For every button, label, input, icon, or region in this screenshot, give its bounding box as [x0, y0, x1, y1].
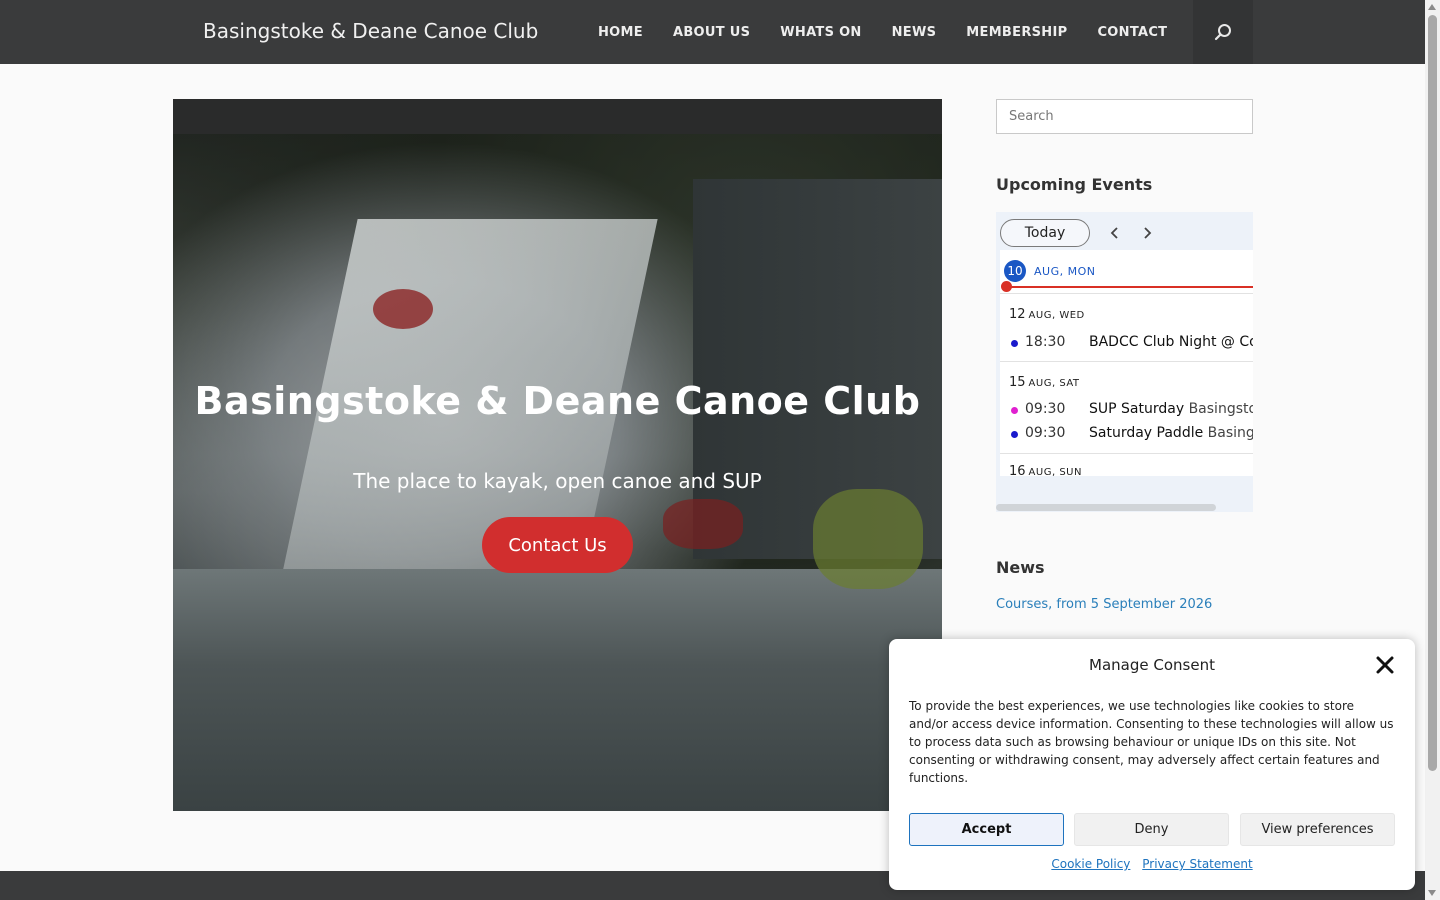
events-calendar: Today 10 AUG, MON 12 AUG, WED 18:30 BADCC… [996, 212, 1253, 512]
event-time: 09:30 [1025, 425, 1066, 441]
scrollbar-thumb[interactable] [1428, 15, 1437, 771]
hero-image-water [173, 569, 942, 811]
news-heading: News [996, 558, 1045, 577]
calendar-day-date: AUG, WED [1028, 310, 1085, 321]
hero-image-kayaker [373, 289, 433, 329]
event-location: Basingstoke [1207, 425, 1253, 441]
calendar-event[interactable]: 18:30 BADCC Club Night @ Col [1000, 332, 1253, 354]
header-search-button[interactable] [1193, 0, 1253, 64]
consent-links: Cookie Policy Privacy Statement [889, 857, 1415, 871]
calendar-next-button[interactable] [1136, 222, 1158, 244]
consent-preferences-button[interactable]: View preferences [1240, 813, 1395, 846]
event-color-dot [1011, 340, 1018, 347]
consent-dialog: Manage Consent To provide the best exper… [889, 639, 1415, 890]
calendar-event[interactable]: 09:30 Saturday Paddle Basingstoke [1000, 423, 1253, 445]
hero-title: Basingstoke & Deane Canoe Club [194, 379, 921, 423]
calendar-day: 16 AUG, SUN [1000, 454, 1253, 476]
nav-item-news[interactable]: NEWS [892, 25, 937, 40]
consent-deny-button[interactable]: Deny [1074, 813, 1229, 846]
scroll-up-arrow-icon[interactable] [1428, 4, 1436, 10]
calendar-agenda-list[interactable]: 10 AUG, MON 12 AUG, WED 18:30 BADCC Club … [1000, 250, 1253, 476]
calendar-day-number: 16 [1009, 464, 1026, 476]
event-color-dot [1011, 407, 1018, 414]
calendar-day-date: AUG, SUN [1028, 467, 1082, 476]
scroll-down-arrow-icon[interactable] [1428, 890, 1436, 896]
calendar-day-number: 12 [1009, 307, 1026, 322]
chevron-right-icon [1144, 227, 1152, 239]
nav-item-membership[interactable]: MEMBERSHIP [966, 25, 1067, 40]
chevron-left-icon [1110, 227, 1118, 239]
consent-close-button[interactable] [1373, 653, 1397, 677]
current-time-line [1004, 286, 1253, 288]
hero-image-kayaker [663, 499, 743, 549]
page-scrollbar[interactable] [1425, 0, 1440, 900]
calendar-day: 15AUG, SAT 09:30 SUP Saturday Basingstok… [1000, 362, 1253, 454]
hero-banner: Basingstoke & Deane Canoe Club The place… [173, 99, 942, 811]
consent-title: Manage Consent [1089, 656, 1215, 674]
event-title: BADCC Club Night @ Col [1089, 334, 1253, 350]
event-title: Saturday Paddle [1089, 425, 1204, 441]
calendar-day-heading: 15 AUG, SAT [1009, 375, 1080, 390]
calendar-today-date: AUG, MON [1034, 265, 1096, 278]
calendar-today-day: 10 [1004, 260, 1026, 282]
hero-image-bridge [173, 99, 942, 134]
calendar-day-date: AUG, SAT [1028, 378, 1080, 389]
event-time: 18:30 [1025, 334, 1066, 350]
consent-message: To provide the best experiences, we use … [909, 699, 1394, 785]
hero-subtitle: The place to kayak, open canoe and SUP [353, 469, 762, 493]
calendar-prev-button[interactable] [1104, 222, 1126, 244]
privacy-statement-link[interactable]: Privacy Statement [1142, 857, 1252, 871]
event-title: SUP Saturday [1089, 401, 1185, 417]
calendar-today-button[interactable]: Today [1000, 219, 1090, 247]
nav-item-whats-on[interactable]: WHATS ON [780, 25, 861, 40]
current-time-dot [1001, 281, 1012, 292]
calendar-event[interactable]: 09:30 SUP Saturday Basingstoke [1000, 399, 1253, 421]
calendar-day-heading: 12 AUG, WED [1009, 307, 1085, 322]
cookie-policy-link[interactable]: Cookie Policy [1051, 857, 1130, 871]
nav-item-about-us[interactable]: ABOUT US [673, 25, 750, 40]
calendar-horizontal-scrollbar[interactable] [996, 504, 1216, 511]
calendar-day: 12 AUG, WED 18:30 BADCC Club Night @ Col [1000, 294, 1253, 362]
hero-image-kayaker [813, 489, 923, 589]
nav-item-contact[interactable]: CONTACT [1097, 25, 1167, 40]
sidebar-search-input[interactable] [996, 99, 1253, 134]
news-link[interactable]: Courses, from 5 September 2026 [996, 597, 1212, 612]
site-title[interactable]: Basingstoke & Deane Canoe Club [203, 19, 538, 43]
calendar-day-number: 15 [1009, 375, 1026, 390]
event-title-wrap: SUP Saturday Basingstoke [1089, 401, 1253, 417]
event-location: Basingstoke [1188, 401, 1253, 417]
site-header: Basingstoke & Deane Canoe Club HOME ABOU… [0, 0, 1425, 64]
calendar-day-heading: 16 AUG, SUN [1009, 464, 1082, 476]
event-color-dot [1011, 431, 1018, 438]
nav-item-home[interactable]: HOME [598, 25, 643, 40]
calendar-today-row: 10 AUG, MON [1000, 250, 1253, 294]
contact-us-button[interactable]: Contact Us [482, 517, 633, 573]
event-time: 09:30 [1025, 401, 1066, 417]
event-title-wrap: Saturday Paddle Basingstoke [1089, 425, 1253, 441]
search-icon [1214, 24, 1231, 41]
main-nav: HOME ABOUT US WHATS ON NEWS MEMBERSHIP C… [598, 0, 1197, 64]
consent-accept-button[interactable]: Accept [909, 813, 1064, 846]
upcoming-events-heading: Upcoming Events [996, 175, 1153, 194]
close-icon [1376, 656, 1394, 674]
